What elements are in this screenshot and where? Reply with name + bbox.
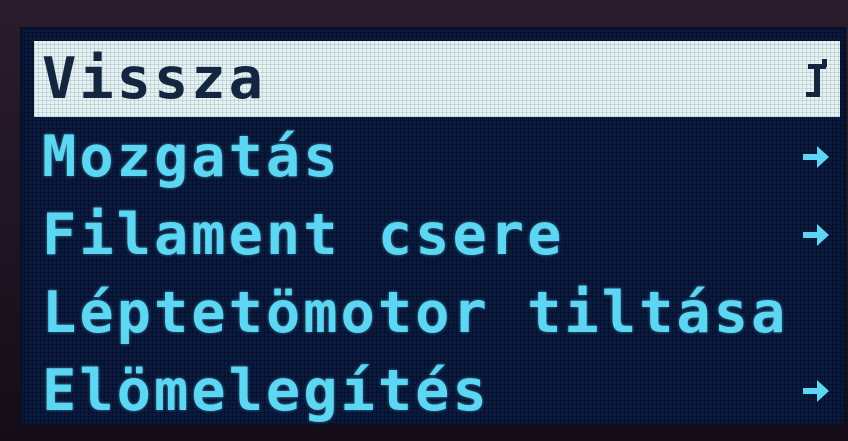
menu-item-filament-change[interactable]: Filament csere — [34, 197, 840, 273]
menu-item-label: Léptetömotor tiltása — [42, 280, 789, 346]
arrow-up-return-icon — [796, 41, 836, 117]
menu-item-back[interactable]: Vissza — [34, 41, 840, 117]
menu-item-label: Mozgatás — [42, 124, 341, 190]
menu-item-move[interactable]: Mozgatás — [34, 119, 840, 195]
menu-item-label: Filament csere — [42, 202, 565, 268]
menu-item-label: Elömelegítés — [42, 358, 490, 424]
arrow-right-icon — [796, 353, 836, 425]
menu-item-label: Vissza — [42, 46, 266, 112]
arrow-right-icon — [796, 197, 836, 273]
menu-item-preheat[interactable]: Elömelegítés — [34, 353, 840, 425]
menu-item-disable-steppers[interactable]: Léptetömotor tiltása — [34, 275, 840, 351]
arrow-right-icon — [796, 119, 836, 195]
lcd-screen: Vissza Mozgatás Filament csere Léptetömo… — [20, 27, 846, 425]
